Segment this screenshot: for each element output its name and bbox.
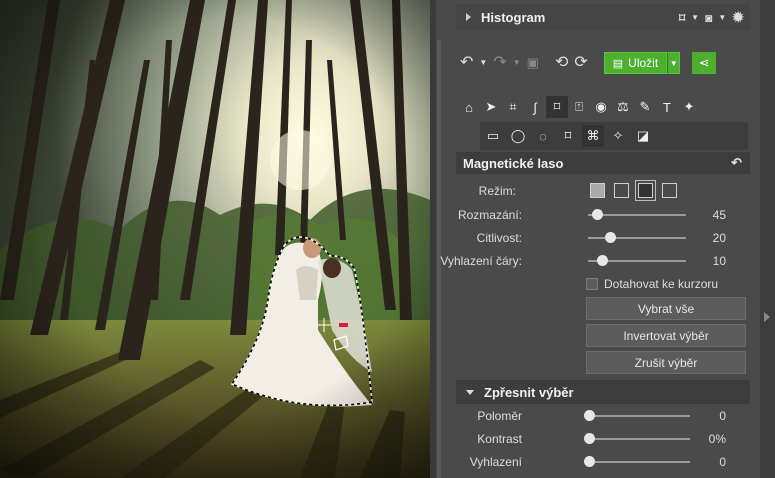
levels-icon[interactable]: ⚖	[612, 96, 634, 118]
effects-stars-icon[interactable]: ✦	[678, 96, 700, 118]
share-button[interactable]: ⋖	[692, 52, 717, 74]
magnetic-lasso-title: Magnetické laso	[463, 155, 564, 171]
chevron-down-icon[interactable]: ▼	[718, 13, 726, 22]
mask-view-icon[interactable]: ◙	[705, 11, 712, 25]
collapse-strip[interactable]	[760, 0, 775, 478]
snap-to-cursor-label: Dotahovat ke kurzoru	[604, 277, 719, 291]
undo-icon[interactable]: ↶	[460, 55, 473, 71]
crop-icon[interactable]: ⌗	[502, 96, 524, 118]
slider-track[interactable]	[588, 438, 690, 440]
slider-thumb[interactable]	[584, 433, 595, 444]
share-icon: ⋖	[698, 55, 710, 70]
chevron-down-icon[interactable]: ▼	[691, 13, 699, 22]
forest-wedding-photo	[0, 0, 430, 478]
slider-track[interactable]	[588, 415, 690, 417]
slider-contrast[interactable]: Kontrast 0%	[436, 429, 736, 449]
ellipse-select-icon[interactable]: ◯	[507, 125, 529, 147]
gradient-select-icon[interactable]: ◪	[632, 125, 654, 147]
slider-track[interactable]	[588, 461, 690, 463]
slider-value: 20	[712, 231, 726, 245]
tool-row: ⌂ ➤ ⌗ ∫ ⌑ ⍐ ◉ ⚖ ✎ T ✦	[458, 96, 700, 118]
slider-label: Kontrast	[477, 432, 522, 446]
slider-sensitivity[interactable]: Citlivost: 20	[436, 228, 736, 248]
eye-icon[interactable]: ◉	[590, 96, 612, 118]
slider-label: Citlivost:	[476, 231, 522, 245]
mode-add-icon[interactable]	[614, 183, 629, 198]
snap-to-cursor-checkbox[interactable]	[586, 278, 598, 290]
slider-label: Vyhlazení	[469, 455, 522, 469]
slider-radius[interactable]: Poloměr 0	[436, 406, 736, 426]
pointer-icon[interactable]: ➤	[480, 96, 502, 118]
magic-wand-icon[interactable]: ✧	[607, 125, 629, 147]
save-dropdown-button[interactable]: ▼	[667, 52, 681, 74]
rect-select-icon[interactable]: ▭	[482, 125, 504, 147]
slider-track[interactable]	[588, 237, 686, 239]
mode-subtract-icon[interactable]	[635, 180, 656, 201]
mode-new-icon[interactable]	[590, 183, 605, 198]
slider-thumb[interactable]	[584, 456, 595, 467]
chevron-down-icon[interactable]: ▼	[513, 55, 521, 71]
save-button[interactable]: ▤ Uložit	[603, 52, 668, 74]
refine-selection-header[interactable]: Zpřesnit výběr	[456, 380, 750, 404]
polygon-lasso-icon[interactable]: ⌑	[557, 125, 579, 147]
slider-value: 0	[719, 409, 726, 423]
rotate-left-icon[interactable]: ⟲	[555, 55, 568, 71]
mode-label: Režim:	[478, 184, 516, 198]
settings-gear-icon[interactable]: ✹	[732, 9, 744, 26]
histogram-header[interactable]: Histogram ⌑ ▼ ◙ ▼ ✹	[456, 4, 750, 30]
expand-arrow-icon	[466, 13, 471, 21]
slider-label: Vyhlazení čáry:	[440, 254, 522, 268]
slider-value: 10	[712, 254, 726, 268]
slider-thumb[interactable]	[597, 255, 608, 266]
slider-blur[interactable]: Rozmazání: 45	[436, 205, 736, 225]
save-disk-icon: ▤	[612, 57, 624, 70]
refine-selection-title: Zpřesnit výběr	[484, 384, 574, 400]
slider-label: Poloměr	[477, 409, 522, 423]
text-icon[interactable]: T	[656, 96, 678, 118]
selection-subtools: ▭ ◯ ◌ ⌑ ⌘ ✧ ◪	[480, 122, 748, 150]
export-frame-icon[interactable]: ⍐	[568, 96, 590, 118]
save-label: Uložit	[628, 56, 659, 70]
slider-refine-smoothing[interactable]: Vyhlazení 0	[436, 452, 736, 472]
histogram-title: Histogram	[481, 9, 546, 25]
magnetic-lasso-header: Magnetické laso ↶	[456, 152, 750, 174]
slider-thumb[interactable]	[592, 209, 603, 220]
slider-thumb[interactable]	[584, 410, 595, 421]
mode-intersect-icon[interactable]	[662, 183, 677, 198]
collapse-arrow-icon	[466, 389, 474, 395]
photo-canvas[interactable]	[0, 0, 430, 478]
mode-row: Režim:	[436, 180, 730, 202]
lasso-icon[interactable]: ◌	[532, 125, 554, 147]
slider-value: 0%	[708, 432, 726, 446]
redo-icon[interactable]: ↷	[493, 55, 506, 71]
selection-overlay-icon[interactable]: ⌑	[679, 11, 685, 25]
select-all-button[interactable]: Vybrat vše	[586, 297, 746, 320]
slider-value: 0	[719, 455, 726, 469]
save-group: ▤ Uložit ▼	[603, 52, 681, 74]
brush-icon[interactable]: ✎	[634, 96, 656, 118]
slider-thumb[interactable]	[605, 232, 616, 243]
image-icon[interactable]: ▣	[527, 55, 539, 71]
rotate-right-icon[interactable]: ⟳	[574, 55, 587, 71]
home-icon[interactable]: ⌂	[458, 96, 480, 118]
slider-smoothing[interactable]: Vyhlazení čáry: 10	[436, 251, 736, 271]
chevron-down-icon[interactable]: ▼	[479, 55, 487, 71]
invert-selection-button[interactable]: Invertovat výběr	[586, 324, 746, 347]
magnetic-lasso-icon[interactable]: ⌘	[582, 125, 604, 147]
action-toolbar: ↶ ▼ ↷ ▼ ▣ ⟲ ⟳ ▤ Uložit ▼ ⋖	[460, 50, 717, 76]
snap-to-cursor-option[interactable]: Dotahovat ke kurzoru	[586, 277, 718, 291]
reset-undo-icon[interactable]: ↶	[731, 155, 742, 171]
slider-value: 45	[712, 208, 726, 222]
clear-selection-button[interactable]: Zrušit výběr	[586, 351, 746, 374]
straighten-icon[interactable]: ∫	[524, 96, 546, 118]
slider-label: Rozmazání:	[457, 208, 522, 222]
selection-tool-icon[interactable]: ⌑	[546, 96, 568, 118]
collapse-arrow-icon[interactable]	[764, 312, 770, 322]
